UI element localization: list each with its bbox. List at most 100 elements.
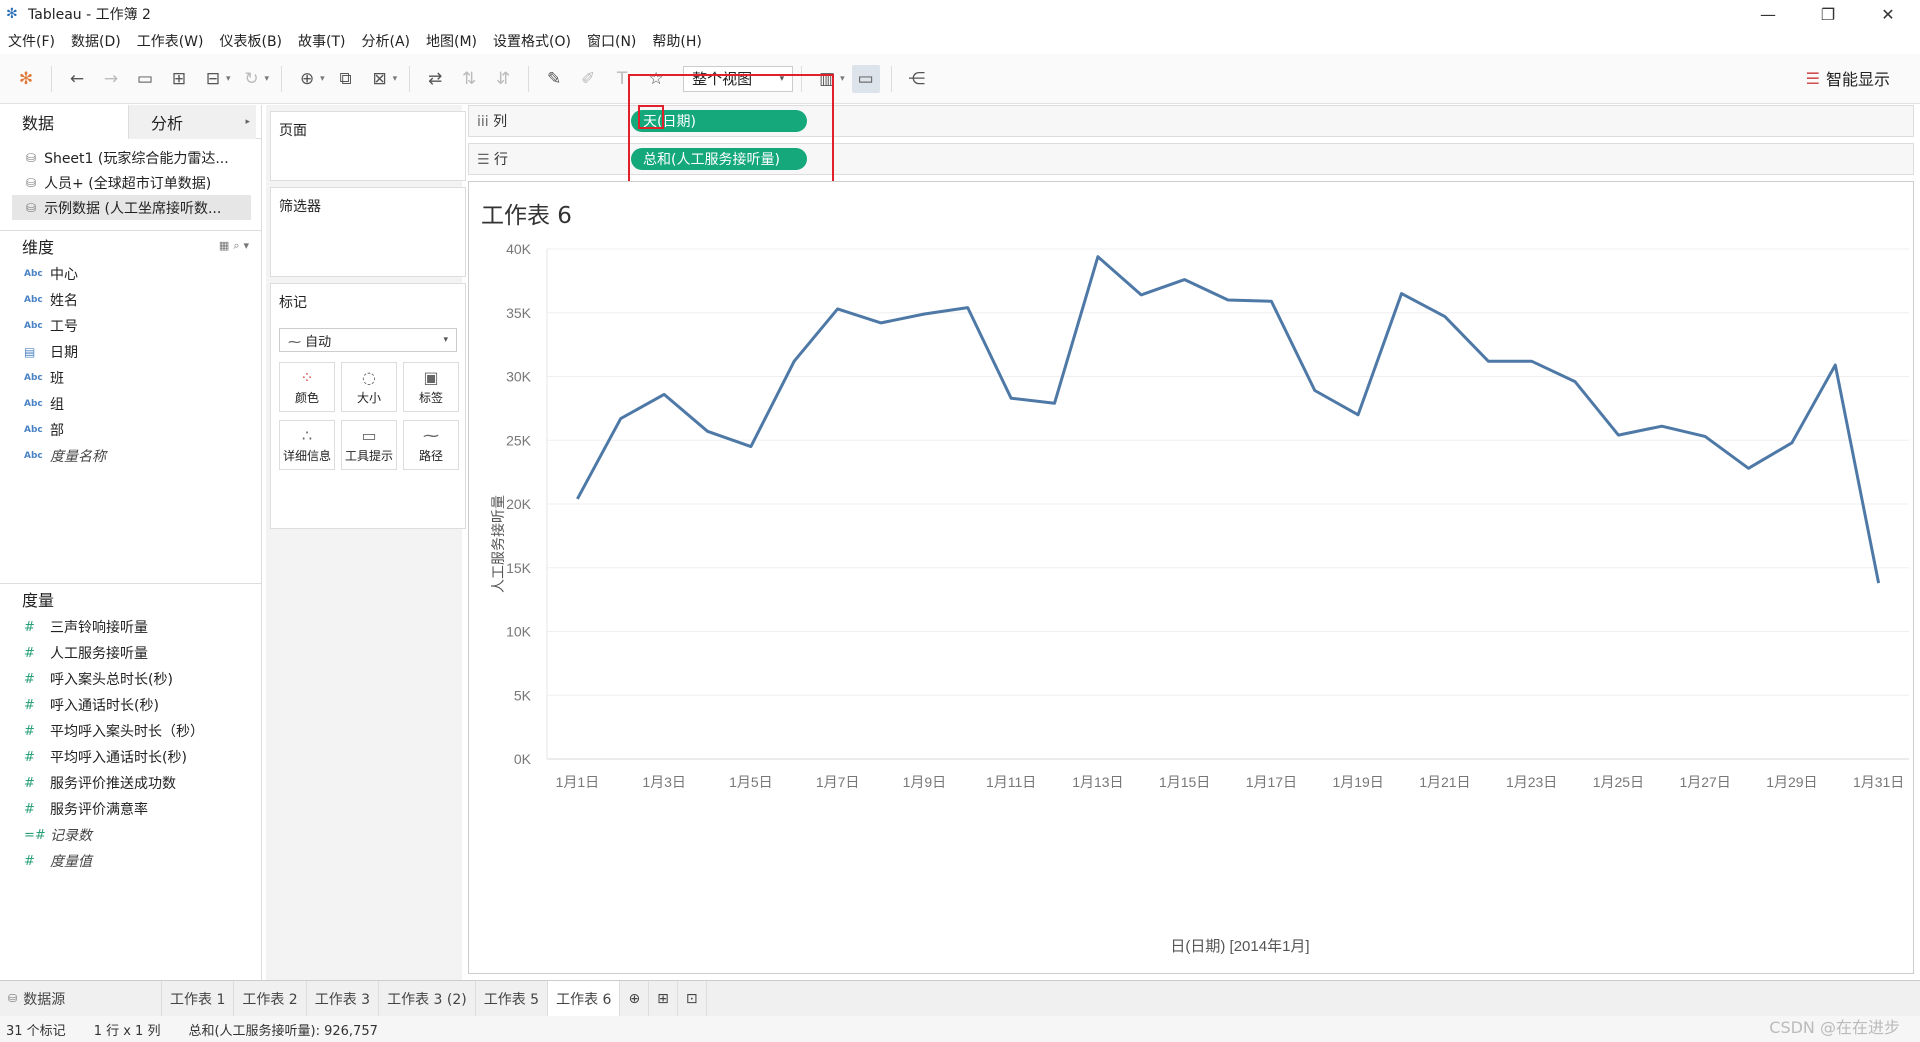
new-dashboard-icon[interactable]: ⊞ bbox=[649, 980, 678, 1017]
save-icon[interactable]: ▭ bbox=[131, 65, 159, 93]
tab-analysis[interactable]: 分析 ▸ bbox=[128, 105, 256, 139]
menu-data[interactable]: 数据(D) bbox=[63, 31, 129, 51]
label-button[interactable]: ▣ 标签 bbox=[403, 362, 459, 412]
presentation-mode-icon[interactable]: ▭ bbox=[851, 64, 880, 93]
group-members-icon[interactable]: ✐ bbox=[574, 65, 602, 93]
measure-field[interactable]: # 平均呼入通话时长(秒) bbox=[0, 744, 261, 770]
dropdown-arrow-icon[interactable]: ▾ bbox=[840, 74, 845, 84]
x-tick-label: 1月25日 bbox=[1593, 774, 1644, 790]
dimension-field[interactable]: Abc 度量名称 bbox=[0, 443, 261, 469]
y-tick-label: 40K bbox=[506, 241, 532, 257]
minimize-icon[interactable]: — bbox=[1738, 0, 1798, 28]
menu-window[interactable]: 窗口(N) bbox=[579, 31, 644, 51]
new-datasource-icon[interactable]: ⊞ bbox=[165, 65, 193, 93]
undo-icon[interactable]: ← bbox=[63, 65, 91, 93]
measure-field[interactable]: # 平均呼入案头时长（秒） bbox=[0, 718, 261, 744]
sheet-tab[interactable]: 工作表 3 bbox=[307, 980, 380, 1017]
new-story-icon[interactable]: ⊡ bbox=[678, 980, 707, 1017]
duplicate-sheet-icon[interactable]: ⧉ bbox=[332, 65, 360, 93]
sheet-tab[interactable]: 工作表 3 (2) bbox=[379, 980, 476, 1017]
menu-dashboard[interactable]: 仪表板(B) bbox=[211, 31, 290, 51]
line-chart[interactable]: 0K 5K 10K 15K 20K 25K 30K 35K 40K 1月1日 1月3日 1月5日 1月… bbox=[469, 182, 1913, 973]
pause-updates-icon[interactable]: ⊟ bbox=[199, 65, 227, 93]
measure-field[interactable]: # 服务评价推送成功数 bbox=[0, 770, 261, 796]
dimension-field[interactable]: Abc 姓名 bbox=[0, 287, 261, 313]
highlight-box bbox=[638, 105, 664, 129]
show-me-icon: ☰ bbox=[1805, 68, 1820, 88]
measure-field[interactable]: # 三声铃响接听量 bbox=[0, 614, 261, 640]
field-label: 工号 bbox=[50, 319, 78, 335]
sheet-tab[interactable]: 工作表 2 bbox=[234, 980, 307, 1017]
share-icon[interactable]: ⋲ bbox=[903, 65, 931, 93]
dropdown-arrow-icon[interactable]: ▾ bbox=[265, 74, 270, 84]
mark-type-select[interactable]: ⁓ 自动 ▾ bbox=[279, 328, 457, 352]
dimension-field[interactable]: ▤ 日期 bbox=[0, 339, 261, 365]
new-worksheet-icon[interactable]: ⊕ bbox=[293, 65, 321, 93]
dimension-field[interactable]: Abc 工号 bbox=[0, 313, 261, 339]
database-icon: ⛁ bbox=[26, 150, 37, 165]
measure-field[interactable]: =# 记录数 bbox=[0, 822, 261, 848]
path-button[interactable]: ⁓ 路径 bbox=[403, 420, 459, 470]
close-icon[interactable]: ✕ bbox=[1858, 0, 1918, 28]
menu-analysis[interactable]: 分析(A) bbox=[354, 31, 419, 51]
swap-rows-columns-icon[interactable]: ⇄ bbox=[421, 65, 449, 93]
field-label: 中心 bbox=[50, 267, 78, 283]
rows-cols-count: 1 行 x 1 列 bbox=[93, 1023, 161, 1039]
show-me-button[interactable]: ☰ 智能显示 bbox=[1806, 66, 1890, 90]
measure-field[interactable]: # 呼入案头总时长(秒) bbox=[0, 666, 261, 692]
datasource-tab[interactable]: ⛁ 数据源 bbox=[0, 980, 162, 1017]
refresh-icon[interactable]: ↻ bbox=[238, 65, 266, 93]
tooltip-button[interactable]: ▭ 工具提示 bbox=[341, 420, 397, 470]
sort-descending-icon[interactable]: ⇵ bbox=[489, 65, 517, 93]
filters-card[interactable]: 筛选器 bbox=[270, 187, 466, 277]
sheet-tab-active[interactable]: 工作表 6 bbox=[548, 980, 621, 1017]
columns-icon: iii bbox=[477, 114, 494, 130]
marks-card: 标记 ⁓ 自动 ▾ ⁘ 颜色 ◌ 大小 ▣ 标签 ∴ 详细信息 ▭ 工具提示 ⁓ 路径 bbox=[270, 283, 466, 529]
measure-field[interactable]: # 度量值 bbox=[0, 848, 261, 874]
size-icon: ◌ bbox=[362, 368, 376, 387]
dimension-field[interactable]: Abc 班 bbox=[0, 365, 261, 391]
sheet-tab[interactable]: 工作表 1 bbox=[162, 980, 235, 1017]
menu-file[interactable]: 文件(F) bbox=[0, 31, 63, 51]
datasource-item-selected[interactable]: ⛁ 示例数据 (人工坐席接听数... bbox=[12, 195, 251, 220]
tab-data[interactable]: 数据 bbox=[0, 105, 128, 139]
menu-format[interactable]: 设置格式(O) bbox=[485, 31, 579, 51]
detail-button[interactable]: ∴ 详细信息 bbox=[279, 420, 335, 470]
measure-field[interactable]: # 服务评价满意率 bbox=[0, 796, 261, 822]
datasource-item[interactable]: ⛁ 人员+ (全球超市订单数据) bbox=[0, 170, 261, 195]
series-line[interactable] bbox=[576, 255, 1881, 584]
database-icon: ⛁ bbox=[8, 992, 18, 1005]
size-button[interactable]: ◌ 大小 bbox=[341, 362, 397, 412]
dimension-field[interactable]: Abc 中心 bbox=[0, 261, 261, 287]
menu-map[interactable]: 地图(M) bbox=[418, 31, 485, 51]
menu-help[interactable]: 帮助(H) bbox=[644, 31, 709, 51]
measure-field[interactable]: # 人工服务接听量 bbox=[0, 640, 261, 666]
sort-ascending-icon[interactable]: ⇅ bbox=[455, 65, 483, 93]
dropdown-arrow-icon[interactable]: ▾ bbox=[393, 74, 398, 84]
color-button[interactable]: ⁘ 颜色 bbox=[279, 362, 335, 412]
field-label: 组 bbox=[50, 397, 64, 413]
x-tick-label: 1月1日 bbox=[556, 774, 600, 790]
measure-field[interactable]: # 呼入通话时长(秒) bbox=[0, 692, 261, 718]
dimension-tools-icon[interactable]: ▦⌕▾ bbox=[219, 239, 253, 253]
tableau-logo-icon: ✻ bbox=[6, 6, 18, 22]
dimension-field[interactable]: Abc 部 bbox=[0, 417, 261, 443]
toolbar-divider bbox=[51, 65, 52, 92]
new-worksheet-icon[interactable]: ⊕ bbox=[620, 980, 650, 1017]
menu-story[interactable]: 故事(T) bbox=[290, 31, 353, 51]
pages-card[interactable]: 页面 bbox=[270, 111, 466, 181]
clear-sheet-icon[interactable]: ⊠ bbox=[366, 65, 394, 93]
sheet-tab[interactable]: 工作表 5 bbox=[476, 980, 549, 1017]
redo-icon[interactable]: → bbox=[97, 65, 125, 93]
columns-label: 列 bbox=[493, 114, 508, 130]
dropdown-arrow-icon[interactable]: ▾ bbox=[320, 74, 325, 84]
menu-worksheet[interactable]: 工作表(W) bbox=[129, 31, 212, 51]
tableau-home-icon[interactable]: ✻ bbox=[12, 65, 40, 93]
restore-icon[interactable]: ❐ bbox=[1798, 0, 1858, 28]
datasource-item[interactable]: ⛁ Sheet1 (玩家综合能力雷达... bbox=[0, 145, 261, 170]
dropdown-arrow-icon[interactable]: ▾ bbox=[226, 74, 231, 84]
number-icon: # bbox=[24, 775, 35, 791]
highlight-icon[interactable]: ✎ bbox=[540, 65, 568, 93]
x-tick-label: 1月29日 bbox=[1766, 774, 1817, 790]
dimension-field[interactable]: Abc 组 bbox=[0, 391, 261, 417]
